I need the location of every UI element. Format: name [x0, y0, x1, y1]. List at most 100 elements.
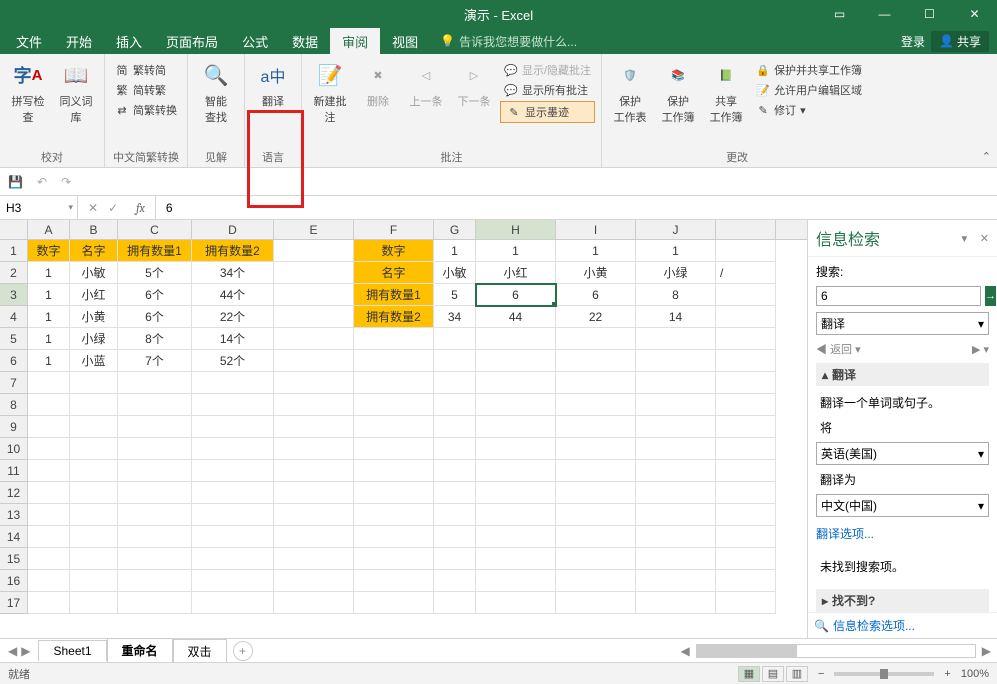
cell-extra-13[interactable]: [716, 504, 776, 526]
cell-extra-12[interactable]: [716, 482, 776, 504]
cell-A14[interactable]: [28, 526, 70, 548]
cell-F15[interactable]: [354, 548, 434, 570]
row-header-2[interactable]: 2: [0, 262, 28, 284]
cell-J14[interactable]: [636, 526, 716, 548]
cell-A15[interactable]: [28, 548, 70, 570]
cell-J12[interactable]: [636, 482, 716, 504]
research-go-button[interactable]: →: [985, 286, 996, 306]
thesaurus-button[interactable]: 📖 同义词库: [54, 57, 98, 127]
menu-data[interactable]: 数据: [280, 28, 330, 55]
cell-D3[interactable]: 44个: [192, 284, 274, 306]
cell-C7[interactable]: [118, 372, 192, 394]
cell-A9[interactable]: [28, 416, 70, 438]
cell-D15[interactable]: [192, 548, 274, 570]
cell-G14[interactable]: [434, 526, 476, 548]
notfound-section-header[interactable]: ▸ 找不到?: [816, 589, 989, 612]
col-header-F[interactable]: F: [354, 220, 434, 239]
cell-A13[interactable]: [28, 504, 70, 526]
cell-E4[interactable]: [274, 306, 354, 328]
cell-D6[interactable]: 52个: [192, 350, 274, 372]
cell-B16[interactable]: [70, 570, 118, 592]
pane-dropdown-icon[interactable]: ▼: [959, 234, 969, 245]
tab-nav-prev-icon[interactable]: ◀: [8, 644, 17, 658]
row-header-17[interactable]: 17: [0, 592, 28, 614]
menu-home[interactable]: 开始: [54, 28, 104, 55]
cell-extra-10[interactable]: [716, 438, 776, 460]
cell-I4[interactable]: 22: [556, 306, 636, 328]
cell-B8[interactable]: [70, 394, 118, 416]
cell-B2[interactable]: 小敏: [70, 262, 118, 284]
row-header-7[interactable]: 7: [0, 372, 28, 394]
cell-B5[interactable]: 小绿: [70, 328, 118, 350]
col-header-extra[interactable]: [716, 220, 776, 239]
zoom-slider[interactable]: [834, 672, 934, 676]
cell-F2[interactable]: 名字: [354, 262, 434, 284]
chinese-convert-button[interactable]: ⇄简繁转换: [111, 101, 181, 119]
cell-A2[interactable]: 1: [28, 262, 70, 284]
cell-F9[interactable]: [354, 416, 434, 438]
col-header-E[interactable]: E: [274, 220, 354, 239]
research-fwd-button[interactable]: ▶ ▾: [972, 343, 989, 356]
col-header-A[interactable]: A: [28, 220, 70, 239]
redo-icon[interactable]: ↷: [61, 175, 71, 189]
pagebreak-view-button[interactable]: ▥: [786, 666, 808, 682]
cell-A3[interactable]: 1: [28, 284, 70, 306]
cell-D4[interactable]: 22个: [192, 306, 274, 328]
cell-A11[interactable]: [28, 460, 70, 482]
hscroll-thumb[interactable]: [697, 645, 797, 657]
cell-H6[interactable]: [476, 350, 556, 372]
protect-workbook-button[interactable]: 📚 保护 工作簿: [656, 57, 700, 127]
cell-G16[interactable]: [434, 570, 476, 592]
cell-C4[interactable]: 6个: [118, 306, 192, 328]
cell-J11[interactable]: [636, 460, 716, 482]
sheet-tab-rename[interactable]: 重命名: [107, 638, 173, 664]
cell-I17[interactable]: [556, 592, 636, 614]
cell-A10[interactable]: [28, 438, 70, 460]
cell-E6[interactable]: [274, 350, 354, 372]
save-icon[interactable]: 💾: [8, 175, 23, 189]
cell-I10[interactable]: [556, 438, 636, 460]
next-comment-button[interactable]: ▷ 下一条: [452, 57, 496, 111]
col-header-J[interactable]: J: [636, 220, 716, 239]
minimize-icon[interactable]: —: [862, 0, 907, 28]
cell-D10[interactable]: [192, 438, 274, 460]
new-comment-button[interactable]: 📝 新建批注: [308, 57, 352, 127]
cell-C5[interactable]: 8个: [118, 328, 192, 350]
row-header-8[interactable]: 8: [0, 394, 28, 416]
cell-D11[interactable]: [192, 460, 274, 482]
share-button[interactable]: 👤 共享: [931, 31, 989, 52]
cell-extra-17[interactable]: [716, 592, 776, 614]
cell-F11[interactable]: [354, 460, 434, 482]
cell-J9[interactable]: [636, 416, 716, 438]
share-workbook-button[interactable]: 📗 共享 工作簿: [704, 57, 748, 127]
cell-F5[interactable]: [354, 328, 434, 350]
menu-layout[interactable]: 页面布局: [154, 28, 230, 55]
hscroll-track[interactable]: [696, 644, 976, 658]
row-header-5[interactable]: 5: [0, 328, 28, 350]
cell-I3[interactable]: 6: [556, 284, 636, 306]
cell-I9[interactable]: [556, 416, 636, 438]
cell-D13[interactable]: [192, 504, 274, 526]
cell-C14[interactable]: [118, 526, 192, 548]
cell-A1[interactable]: 数字: [28, 240, 70, 262]
cell-H16[interactable]: [476, 570, 556, 592]
cell-G8[interactable]: [434, 394, 476, 416]
zoom-out-icon[interactable]: −: [818, 668, 824, 680]
smart-lookup-button[interactable]: 🔍 智能 查找: [194, 57, 238, 127]
row-header-13[interactable]: 13: [0, 504, 28, 526]
cell-H4[interactable]: 44: [476, 306, 556, 328]
cell-E9[interactable]: [274, 416, 354, 438]
cell-D14[interactable]: [192, 526, 274, 548]
undo-icon[interactable]: ↶: [37, 175, 47, 189]
col-header-D[interactable]: D: [192, 220, 274, 239]
cell-extra-6[interactable]: [716, 350, 776, 372]
cell-C17[interactable]: [118, 592, 192, 614]
cell-D1[interactable]: 拥有数量2: [192, 240, 274, 262]
cell-J5[interactable]: [636, 328, 716, 350]
col-header-G[interactable]: G: [434, 220, 476, 239]
cell-E16[interactable]: [274, 570, 354, 592]
show-ink-button[interactable]: ✎显示墨迹: [500, 101, 595, 123]
cell-C11[interactable]: [118, 460, 192, 482]
cell-I12[interactable]: [556, 482, 636, 504]
cell-F16[interactable]: [354, 570, 434, 592]
